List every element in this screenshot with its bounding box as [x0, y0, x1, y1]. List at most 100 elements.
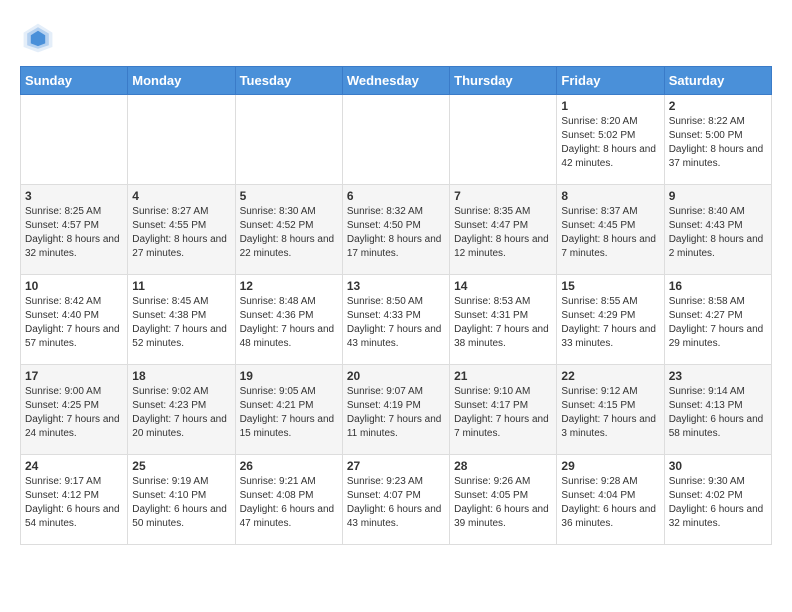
day-info: Sunrise: 8:42 AM Sunset: 4:40 PM Dayligh… [25, 295, 123, 351]
day-number: 12 [240, 279, 338, 293]
calendar-table: SundayMondayTuesdayWednesdayThursdayFrid… [20, 66, 772, 545]
day-info: Sunrise: 8:48 AM Sunset: 4:36 PM Dayligh… [240, 295, 338, 351]
calendar-cell: 3Sunrise: 8:25 AM Sunset: 4:57 PM Daylig… [21, 185, 128, 275]
day-info: Sunrise: 8:35 AM Sunset: 4:47 PM Dayligh… [454, 205, 552, 261]
day-number: 18 [132, 369, 230, 383]
day-of-week-header: Wednesday [342, 67, 449, 95]
day-number: 1 [561, 99, 659, 113]
day-info: Sunrise: 9:14 AM Sunset: 4:13 PM Dayligh… [669, 385, 767, 441]
day-number: 4 [132, 189, 230, 203]
calendar-cell: 20 Sunrise: 9:07 AM Sunset: 4:19 PM Dayli… [342, 365, 449, 455]
day-info: Sunrise: 9:30 AM Sunset: 4:02 PM Dayligh… [669, 475, 767, 531]
day-info: Sunrise: 8:32 AM Sunset: 4:50 PM Dayligh… [347, 205, 445, 261]
day-number: 16 [669, 279, 767, 293]
day-number: 28 [454, 459, 552, 473]
calendar-cell: 5 Sunrise: 8:30 AM Sunset: 4:52 PM Daylig… [235, 185, 342, 275]
calendar-week-row: 24Sunrise: 9:17 AM Sunset: 4:12 PM Dayli… [21, 455, 772, 545]
day-number: 17 [25, 369, 123, 383]
day-info: Sunrise: 8:53 AM Sunset: 4:31 PM Dayligh… [454, 295, 552, 351]
day-info: Sunrise: 9:02 AM Sunset: 4:23 PM Dayligh… [132, 385, 230, 441]
day-info: Sunrise: 8:20 AM Sunset: 5:02 PM Dayligh… [561, 115, 659, 171]
day-info: Sunrise: 8:58 AM Sunset: 4:27 PM Dayligh… [669, 295, 767, 351]
day-number: 26 [240, 459, 338, 473]
calendar-cell: 15 Sunrise: 8:55 AM Sunset: 4:29 PM Dayli… [557, 275, 664, 365]
day-info: Sunrise: 9:00 AM Sunset: 4:25 PM Dayligh… [25, 385, 123, 441]
calendar-cell: 2 Sunrise: 8:22 AM Sunset: 5:00 PM Daylig… [664, 95, 771, 185]
calendar-cell: 16 Sunrise: 8:58 AM Sunset: 4:27 PM Dayli… [664, 275, 771, 365]
calendar-cell: 18 Sunrise: 9:02 AM Sunset: 4:23 PM Dayli… [128, 365, 235, 455]
page-header [20, 20, 772, 56]
day-info: Sunrise: 8:22 AM Sunset: 5:00 PM Dayligh… [669, 115, 767, 171]
calendar-week-row: 1 Sunrise: 8:20 AM Sunset: 5:02 PM Daylig… [21, 95, 772, 185]
day-info: Sunrise: 8:30 AM Sunset: 4:52 PM Dayligh… [240, 205, 338, 261]
day-number: 5 [240, 189, 338, 203]
day-info: Sunrise: 9:07 AM Sunset: 4:19 PM Dayligh… [347, 385, 445, 441]
calendar-cell [21, 95, 128, 185]
calendar-cell: 7 Sunrise: 8:35 AM Sunset: 4:47 PM Daylig… [450, 185, 557, 275]
calendar-cell: 28Sunrise: 9:26 AM Sunset: 4:05 PM Dayli… [450, 455, 557, 545]
day-of-week-header: Sunday [21, 67, 128, 95]
day-of-week-header: Saturday [664, 67, 771, 95]
day-info: Sunrise: 8:40 AM Sunset: 4:43 PM Dayligh… [669, 205, 767, 261]
day-info: Sunrise: 8:50 AM Sunset: 4:33 PM Dayligh… [347, 295, 445, 351]
day-number: 25 [132, 459, 230, 473]
day-info: Sunrise: 9:12 AM Sunset: 4:15 PM Dayligh… [561, 385, 659, 441]
calendar-cell: 14 Sunrise: 8:53 AM Sunset: 4:31 PM Dayli… [450, 275, 557, 365]
calendar-week-row: 17 Sunrise: 9:00 AM Sunset: 4:25 PM Dayli… [21, 365, 772, 455]
calendar-week-row: 10 Sunrise: 8:42 AM Sunset: 4:40 PM Dayli… [21, 275, 772, 365]
calendar-cell: 12 Sunrise: 8:48 AM Sunset: 4:36 PM Dayli… [235, 275, 342, 365]
logo [20, 20, 60, 56]
calendar-cell [128, 95, 235, 185]
day-number: 23 [669, 369, 767, 383]
day-number: 19 [240, 369, 338, 383]
day-of-week-header: Friday [557, 67, 664, 95]
day-number: 21 [454, 369, 552, 383]
day-number: 22 [561, 369, 659, 383]
calendar-cell: 11Sunrise: 8:45 AM Sunset: 4:38 PM Dayli… [128, 275, 235, 365]
calendar-cell: 6Sunrise: 8:32 AM Sunset: 4:50 PM Daylig… [342, 185, 449, 275]
calendar-header-row: SundayMondayTuesdayWednesdayThursdayFrid… [21, 67, 772, 95]
calendar-cell: 10 Sunrise: 8:42 AM Sunset: 4:40 PM Dayli… [21, 275, 128, 365]
calendar-cell: 8 Sunrise: 8:37 AM Sunset: 4:45 PM Daylig… [557, 185, 664, 275]
day-number: 15 [561, 279, 659, 293]
day-of-week-header: Monday [128, 67, 235, 95]
day-info: Sunrise: 9:17 AM Sunset: 4:12 PM Dayligh… [25, 475, 123, 531]
calendar-cell: 29 Sunrise: 9:28 AM Sunset: 4:04 PM Dayli… [557, 455, 664, 545]
day-of-week-header: Thursday [450, 67, 557, 95]
calendar-week-row: 3Sunrise: 8:25 AM Sunset: 4:57 PM Daylig… [21, 185, 772, 275]
day-number: 30 [669, 459, 767, 473]
day-info: Sunrise: 9:28 AM Sunset: 4:04 PM Dayligh… [561, 475, 659, 531]
day-info: Sunrise: 9:05 AM Sunset: 4:21 PM Dayligh… [240, 385, 338, 441]
day-number: 14 [454, 279, 552, 293]
calendar-cell: 24Sunrise: 9:17 AM Sunset: 4:12 PM Dayli… [21, 455, 128, 545]
calendar-cell: 4 Sunrise: 8:27 AM Sunset: 4:55 PM Daylig… [128, 185, 235, 275]
calendar-cell: 26Sunrise: 9:21 AM Sunset: 4:08 PM Dayli… [235, 455, 342, 545]
calendar-cell: 25 Sunrise: 9:19 AM Sunset: 4:10 PM Dayli… [128, 455, 235, 545]
calendar-cell: 23 Sunrise: 9:14 AM Sunset: 4:13 PM Dayli… [664, 365, 771, 455]
day-number: 20 [347, 369, 445, 383]
day-number: 3 [25, 189, 123, 203]
day-number: 13 [347, 279, 445, 293]
calendar-cell: 30 Sunrise: 9:30 AM Sunset: 4:02 PM Dayli… [664, 455, 771, 545]
calendar-cell [450, 95, 557, 185]
day-of-week-header: Tuesday [235, 67, 342, 95]
calendar-cell: 19 Sunrise: 9:05 AM Sunset: 4:21 PM Dayli… [235, 365, 342, 455]
day-number: 27 [347, 459, 445, 473]
day-number: 8 [561, 189, 659, 203]
day-number: 29 [561, 459, 659, 473]
day-number: 9 [669, 189, 767, 203]
calendar-cell [342, 95, 449, 185]
day-info: Sunrise: 8:27 AM Sunset: 4:55 PM Dayligh… [132, 205, 230, 261]
day-info: Sunrise: 9:19 AM Sunset: 4:10 PM Dayligh… [132, 475, 230, 531]
calendar-cell: 17 Sunrise: 9:00 AM Sunset: 4:25 PM Dayli… [21, 365, 128, 455]
calendar-cell: 1 Sunrise: 8:20 AM Sunset: 5:02 PM Daylig… [557, 95, 664, 185]
day-info: Sunrise: 9:23 AM Sunset: 4:07 PM Dayligh… [347, 475, 445, 531]
calendar-cell: 21 Sunrise: 9:10 AM Sunset: 4:17 PM Dayli… [450, 365, 557, 455]
day-number: 7 [454, 189, 552, 203]
day-info: Sunrise: 8:37 AM Sunset: 4:45 PM Dayligh… [561, 205, 659, 261]
calendar-cell: 22 Sunrise: 9:12 AM Sunset: 4:15 PM Dayli… [557, 365, 664, 455]
day-info: Sunrise: 9:10 AM Sunset: 4:17 PM Dayligh… [454, 385, 552, 441]
day-number: 2 [669, 99, 767, 113]
day-number: 10 [25, 279, 123, 293]
day-info: Sunrise: 8:55 AM Sunset: 4:29 PM Dayligh… [561, 295, 659, 351]
